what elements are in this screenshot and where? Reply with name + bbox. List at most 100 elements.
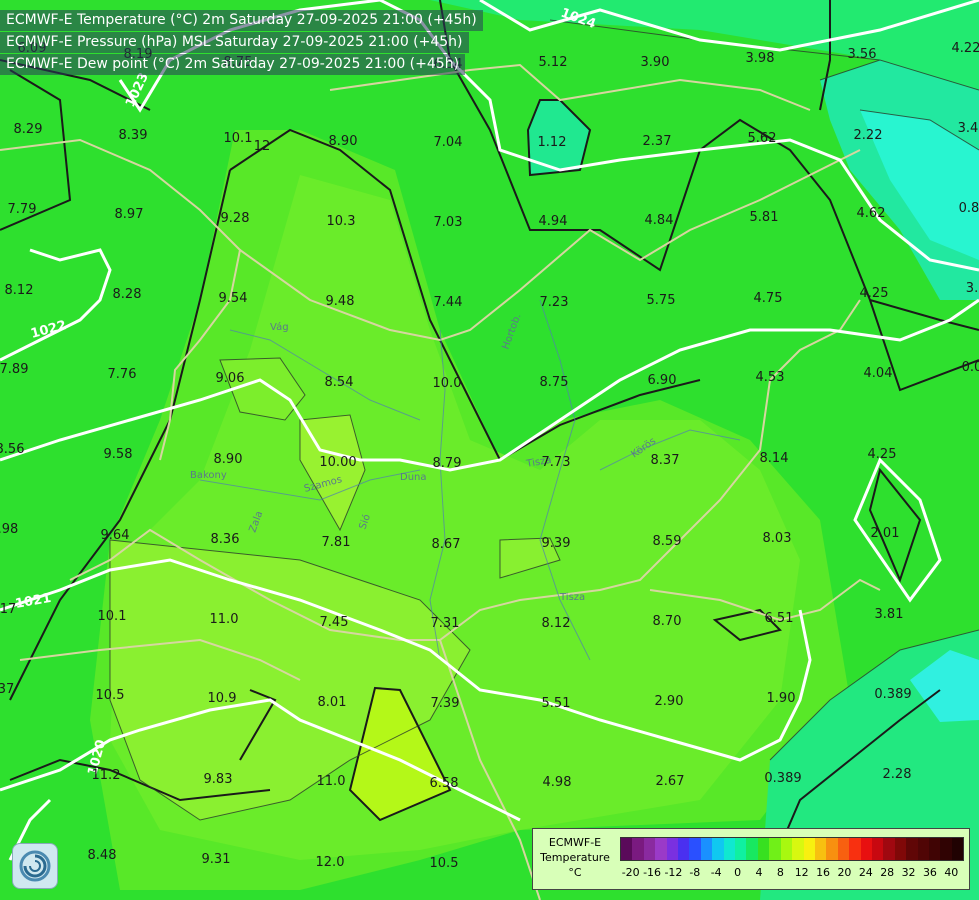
legend-color-swatch [643,838,656,860]
grid-value-label: 7.31 [431,616,460,631]
grid-value-label: 10.3 [327,214,356,229]
grid-value-label: 3.98 [746,51,775,66]
legend-color-swatch [917,838,929,860]
legend-color-swatch [837,838,850,860]
temperature-legend: ECMWF-E Temperature °C -20 -16 -12 -8 -4 0 4 8 1… [532,828,970,890]
grid-value-label: 10.5 [96,688,125,703]
grid-value-label: 1.90 [767,691,796,706]
legend-color-swatch [700,838,713,860]
legend-color-swatch [769,838,781,860]
grid-value-label: 4.98 [543,775,572,790]
grid-value-label: 11.0 [317,774,346,789]
grid-value-label: 8.90 [329,134,358,149]
grid-value-label: 8.14 [760,451,789,466]
legend-color-swatch [712,838,724,860]
river-label: Bakony [190,470,227,481]
grid-value-label: 4.22 [952,41,979,56]
river-label: Duna [400,472,427,483]
legend-color-swatch [826,838,838,860]
legend-tick-label: -12 [664,866,683,879]
grid-value-label: 7.45 [320,615,349,630]
grid-value-label: 12 [254,139,271,154]
grid-value-label: 2.28 [883,767,912,782]
grid-value-label: 3. [966,281,978,296]
logo-swirl-icon [19,850,51,882]
legend-tick-label: 32 [901,866,916,879]
grid-value-label: 4.94 [539,214,568,229]
grid-value-label: 7.76 [108,367,137,382]
grid-value-label: 3.4 [958,121,979,136]
grid-value-label: 6.90 [648,373,677,388]
weather-map-stage: 1024 1023 1022 1021 1020 Hortob. Szamos … [0,0,979,900]
river-label: Tisza [559,592,585,603]
header-pressure: ECMWF-E Pressure (hPa) MSL Saturday 27-0… [0,32,469,53]
grid-value-label: 0.0 [962,360,979,375]
legend-color-swatch [666,838,679,860]
grid-value-label: 7.89 [0,362,28,377]
grid-value-label: 7.79 [8,202,37,217]
grid-value-label: 7.39 [431,696,460,711]
header-temperature: ECMWF-E Temperature (°C) 2m Saturday 27-… [0,10,483,31]
grid-value-label: 10.00 [319,455,356,470]
legend-tick-label: 12 [794,866,809,879]
header-dewpoint: ECMWF-E Dew point (°C) 2m Saturday 27-09… [0,54,466,75]
grid-value-label: 10.1 [98,609,127,624]
legend-color-swatch [849,838,861,860]
grid-value-label: 8.28 [113,287,142,302]
grid-value-label: 4.75 [754,291,783,306]
grid-value-label: 8.97 [115,207,144,222]
grid-value-label: 8.37 [651,453,680,468]
grid-value-label: 8.79 [433,456,462,471]
grid-value-label: 4.62 [857,206,886,221]
grid-value-label: 8.01 [318,695,347,710]
grid-value-label: 2.22 [854,128,883,143]
grid-value-label: 8.29 [14,122,43,137]
grid-value-label: 10.5 [430,856,459,871]
legend-tick-label: 16 [816,866,831,879]
legend-tick-label: 28 [880,866,895,879]
legend-color-swatch [678,838,690,860]
grid-value-label: 7.03 [434,215,463,230]
legend-color-swatch [735,838,747,860]
legend-color-swatch [894,838,907,860]
legend-tick-label: 20 [837,866,852,879]
legend-tick-label: 36 [922,866,937,879]
legend-color-swatch [780,838,793,860]
legend-title-line: ECMWF-E [548,836,602,849]
grid-value-label: 4.25 [860,286,889,301]
legend-tick-label: 24 [858,866,873,879]
grid-value-label: 9.54 [219,291,248,306]
weather-map: 1024 1023 1022 1021 1020 Hortob. Szamos … [0,0,979,900]
legend-color-swatch [792,838,804,860]
grid-value-label: 7.44 [434,295,463,310]
grid-value-label: 2.37 [643,134,672,149]
legend-color-swatch [632,838,644,860]
grid-value-label: 9.31 [202,852,231,867]
grid-value-label: 9.83 [204,772,233,787]
legend-color-swatch [814,838,827,860]
legend-color-swatch [746,838,758,860]
grid-value-label: 4.84 [645,213,674,228]
legend-color-swatch [723,838,736,860]
legend-color-swatch [655,838,667,860]
legend-color-swatch [757,838,770,860]
grid-value-label: 8.36 [211,532,240,547]
grid-value-label: 9.39 [542,536,571,551]
legend-color-swatch [871,838,884,860]
grid-value-label: .98 [0,522,18,537]
grid-value-label: 11.0 [210,612,239,627]
grid-value-label: 8.67 [432,537,461,552]
grid-value-label: .37 [0,682,14,697]
legend-tick-label: 8 [776,866,784,879]
grid-value-label: 8.59 [653,534,682,549]
grid-value-label: 8.90 [214,452,243,467]
legend-tick-label: 4 [755,866,763,879]
grid-value-label: 11.2 [92,768,121,783]
grid-value-label: 1.12 [538,135,567,150]
legend-tick-label: -16 [643,866,662,879]
legend-ticks: -20 -16 -12 -8 -4 0 4 8 12 16 20 24 28 32 36 40 [620,866,962,880]
grid-value-label: 8.54 [325,375,354,390]
grid-value-label: 3.56 [848,47,877,62]
legend-tick-label: -20 [621,866,640,879]
legend-color-swatch [906,838,918,860]
